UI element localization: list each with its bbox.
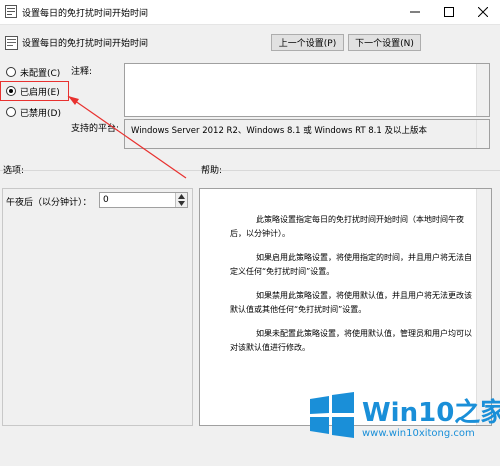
- minutes-value: 0: [103, 195, 109, 205]
- help-scrollbar[interactable]: [476, 189, 491, 425]
- title-bar: 设置每日的免打扰时间开始时间: [0, 0, 500, 25]
- comment-scrollbar[interactable]: [476, 64, 489, 116]
- help-paragraph: 如果禁用此策略设置，将使用默认值，并且用户将无法更改该默认值或其他任何“免打扰时…: [230, 291, 472, 314]
- policy-window-icon: [5, 5, 17, 18]
- supported-scrollbar[interactable]: [476, 120, 489, 148]
- radio-not-configured[interactable]: 未配置(C): [6, 65, 60, 79]
- maximize-icon: [444, 7, 454, 17]
- previous-setting-button[interactable]: 上一个设置(P): [271, 34, 344, 51]
- setting-title: 设置每日的免打扰时间开始时间: [22, 39, 149, 49]
- radio-label: 未配置(C): [20, 68, 61, 79]
- close-button[interactable]: [466, 0, 500, 24]
- comment-label: 注释:: [71, 67, 93, 77]
- radio-disabled[interactable]: 已禁用(D): [6, 105, 61, 119]
- supported-label: 支持的平台:: [71, 124, 120, 134]
- help-paragraph: 如果未配置此策略设置，将使用默认值，管理员和用户均可以对该默认值进行修改。: [230, 329, 472, 352]
- minutes-label: 午夜后（以分钟计）：: [6, 198, 92, 208]
- watermark-brand: Win10之家: [362, 398, 500, 428]
- spinner-buttons: [175, 193, 187, 207]
- window-title: 设置每日的免打扰时间开始时间: [22, 9, 149, 19]
- radio-label: 已禁用(D): [20, 108, 61, 119]
- minutes-spinbox[interactable]: 0: [99, 192, 188, 208]
- next-setting-button[interactable]: 下一个设置(N): [348, 34, 421, 51]
- supported-platforms-box: Windows Server 2012 R2、Windows 8.1 或 Win…: [124, 119, 490, 149]
- maximize-button[interactable]: [432, 0, 466, 24]
- watermark-url: www.win10xitong.com: [362, 428, 475, 439]
- close-icon: [478, 7, 488, 17]
- section-divider: [0, 170, 500, 171]
- help-label: 帮助:: [201, 166, 223, 176]
- radio-enabled[interactable]: 已启用(E): [6, 84, 60, 98]
- windows-logo-icon: [310, 392, 354, 438]
- minimize-button[interactable]: [398, 0, 432, 24]
- comment-textarea[interactable]: [124, 63, 490, 117]
- options-label: 选项:: [3, 166, 25, 176]
- spin-up-icon[interactable]: [178, 194, 185, 199]
- help-panel: 此策略设置指定每日的免打扰时间开始时间（本地时间午夜后，以分钟计）。 如果启用此…: [199, 188, 492, 426]
- radio-label: 已启用(E): [20, 87, 60, 98]
- radio-circle[interactable]: [6, 86, 16, 96]
- spin-down-icon[interactable]: [178, 201, 185, 206]
- radio-circle[interactable]: [6, 107, 16, 117]
- help-paragraph: 此策略设置指定每日的免打扰时间开始时间（本地时间午夜后，以分钟计）。: [230, 215, 464, 238]
- options-panel: [2, 188, 193, 426]
- radio-circle[interactable]: [6, 67, 16, 77]
- help-paragraph: 如果启用此策略设置，将使用指定的时间，并且用户将无法自定义任何“免打扰时间”设置…: [230, 253, 472, 276]
- help-text: 此策略设置指定每日的免打扰时间开始时间（本地时间午夜后，以分钟计）。 如果启用此…: [230, 213, 476, 365]
- minimize-icon: [410, 11, 420, 13]
- policy-setting-icon: [5, 36, 18, 50]
- supported-value: Windows Server 2012 R2、Windows 8.1 或 Win…: [131, 126, 427, 136]
